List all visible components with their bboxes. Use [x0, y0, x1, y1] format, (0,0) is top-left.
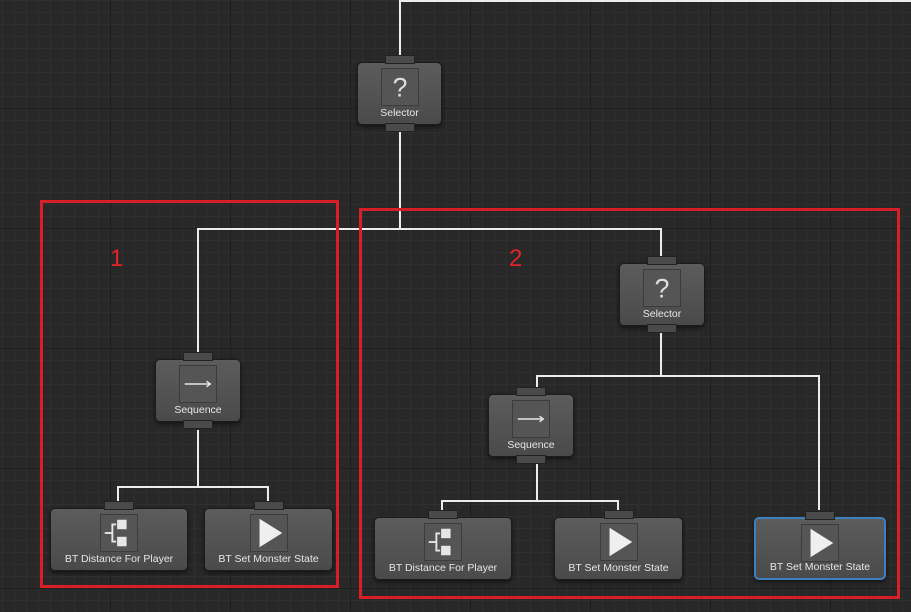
input-port[interactable]: [428, 510, 458, 519]
input-port[interactable]: [647, 256, 677, 265]
node-label: Selector: [380, 107, 419, 119]
tree-branch-icon: [100, 514, 138, 552]
input-port[interactable]: [603, 510, 634, 519]
group-frame-2-label: 2: [509, 245, 523, 272]
input-port[interactable]: [104, 501, 134, 510]
node-label: BT Set Monster State: [218, 553, 319, 565]
arrow-right-icon: [512, 400, 550, 438]
tree-branch-icon: [424, 523, 462, 561]
output-port[interactable]: [183, 420, 213, 429]
svg-text:?: ?: [655, 273, 670, 303]
input-port[interactable]: [253, 501, 284, 510]
output-port[interactable]: [516, 455, 546, 464]
node-label: Sequence: [174, 404, 222, 416]
output-port[interactable]: [384, 123, 415, 132]
node-label: Sequence: [507, 439, 555, 451]
input-port[interactable]: [516, 387, 546, 396]
selector-node-right[interactable]: ? Selector: [619, 256, 705, 333]
question-mark-icon: ?: [380, 68, 419, 106]
play-icon: [249, 514, 288, 552]
play-icon: [801, 524, 839, 562]
distance-for-player-node-left[interactable]: BT Distance For Player: [50, 501, 188, 571]
node-label: BT Set Monster State: [769, 561, 871, 573]
input-port[interactable]: [183, 352, 213, 361]
root-selector-node[interactable]: ? Selector: [357, 55, 442, 132]
sequence-node-right[interactable]: Sequence: [488, 387, 574, 464]
node-label: BT Distance For Player: [388, 562, 498, 574]
node-label: BT Distance For Player: [64, 553, 174, 565]
node-label: BT Set Monster State: [568, 562, 669, 574]
play-icon: [599, 523, 638, 561]
group-frame-1-label: 1: [110, 245, 124, 272]
arrow-right-icon: [179, 365, 217, 403]
output-port[interactable]: [647, 324, 677, 333]
input-port[interactable]: [384, 55, 415, 64]
input-port[interactable]: [805, 511, 835, 520]
set-monster-state-node-left[interactable]: BT Set Monster State: [204, 501, 333, 571]
distance-for-player-node-right[interactable]: BT Distance For Player: [374, 510, 512, 580]
set-monster-state-node-right[interactable]: BT Set Monster State: [554, 510, 683, 580]
question-mark-icon: ?: [643, 269, 681, 307]
svg-text:?: ?: [392, 72, 407, 102]
set-monster-state-node-selected[interactable]: BT Set Monster State: [754, 511, 886, 580]
sequence-node-left[interactable]: Sequence: [155, 352, 241, 429]
node-label: Selector: [642, 308, 682, 320]
